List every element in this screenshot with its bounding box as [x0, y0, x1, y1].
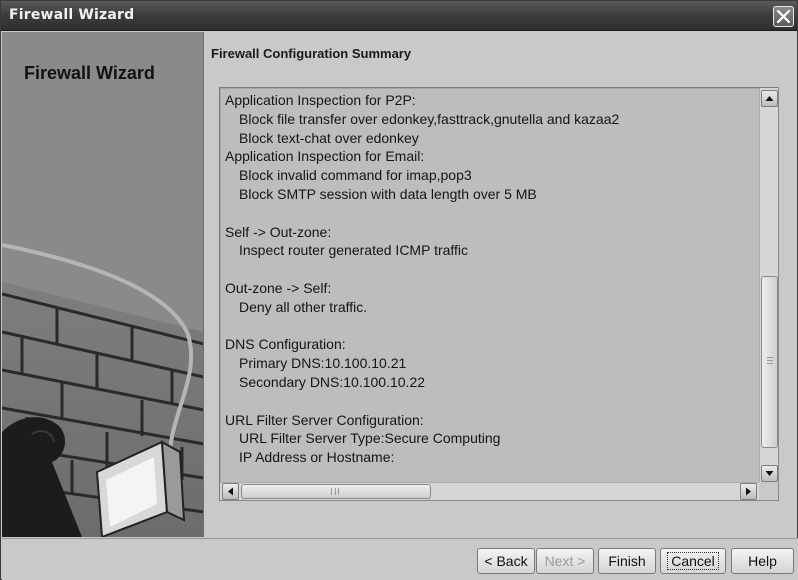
banner-title: Firewall Wizard	[24, 63, 155, 83]
summary-line: Block file transfer over edonkey,fasttra…	[239, 110, 620, 127]
close-icon	[777, 10, 790, 23]
vertical-scroll-thumb[interactable]	[761, 276, 778, 448]
arrow-up-icon	[765, 96, 774, 101]
finish-button[interactable]: Finish	[598, 548, 656, 574]
cancel-button-label: Cancel	[667, 552, 719, 570]
section-title: Firewall Configuration Summary	[211, 46, 412, 61]
next-button[interactable]: Next >	[536, 548, 594, 574]
title-bar[interactable]: Firewall Wizard	[1, 1, 797, 31]
summary-line: Inspect router generated ICMP traffic	[239, 242, 469, 259]
wizard-content: Firewall Configuration Summary Applicati…	[205, 32, 797, 537]
firewall-wizard-window: Firewall Wizard Firewall Wizard Firewall…	[0, 0, 798, 580]
arrow-right-icon	[746, 487, 751, 496]
scrollbar-corner	[759, 482, 778, 500]
wizard-banner: Firewall Wizard	[2, 32, 204, 537]
summary-line: URL Filter Server Type:Secure Computing	[239, 430, 501, 447]
summary-line: Block text-chat over edonkey	[239, 129, 419, 146]
scroll-up-button[interactable]	[761, 90, 778, 107]
close-button[interactable]	[773, 6, 794, 27]
summary-line: Application Inspection for P2P:	[225, 92, 416, 108]
summary-line: Block invalid command for imap,pop3	[239, 167, 472, 184]
summary-line: DNS Configuration:	[225, 336, 346, 353]
summary-line	[225, 204, 750, 223]
back-button[interactable]: < Back	[477, 548, 535, 574]
vertical-scrollbar[interactable]	[759, 88, 778, 484]
horizontal-scroll-thumb[interactable]	[241, 484, 431, 499]
scroll-right-button[interactable]	[740, 483, 757, 500]
summary-text-area[interactable]: Application Inspection for P2P: Block fil…	[219, 87, 779, 501]
cancel-button[interactable]: Cancel	[660, 548, 726, 574]
help-button[interactable]: Help	[731, 548, 794, 574]
summary-line: Block SMTP session with data length over…	[239, 185, 537, 202]
summary-line: Application Inspection for Email:	[225, 148, 425, 165]
window-title: Firewall Wizard	[9, 7, 135, 23]
summary-line	[225, 260, 750, 279]
summary-line: IP Address or Hostname:	[239, 449, 395, 466]
horizontal-scrollbar[interactable]	[220, 482, 761, 500]
button-bar: < Back Next > Finish Cancel Help	[2, 538, 798, 580]
summary-line	[225, 392, 750, 411]
summary-line: Primary DNS:10.100.10.21	[239, 355, 407, 372]
summary-line: Out-zone -> Self:	[225, 279, 332, 296]
summary-line: URL Filter Server Configuration:	[225, 411, 424, 428]
summary-line: Secondary DNS:10.100.10.22	[239, 373, 426, 390]
arrow-down-icon	[765, 471, 774, 476]
summary-line: Self -> Out-zone:	[225, 223, 332, 240]
scroll-down-button[interactable]	[761, 465, 778, 482]
scroll-left-button[interactable]	[222, 483, 239, 500]
summary-line	[225, 317, 750, 336]
arrow-left-icon	[228, 487, 233, 496]
summary-text: Application Inspection for P2P: Block fil…	[225, 91, 750, 467]
firewall-illustration	[2, 32, 203, 537]
summary-line: Deny all other traffic.	[239, 298, 368, 315]
